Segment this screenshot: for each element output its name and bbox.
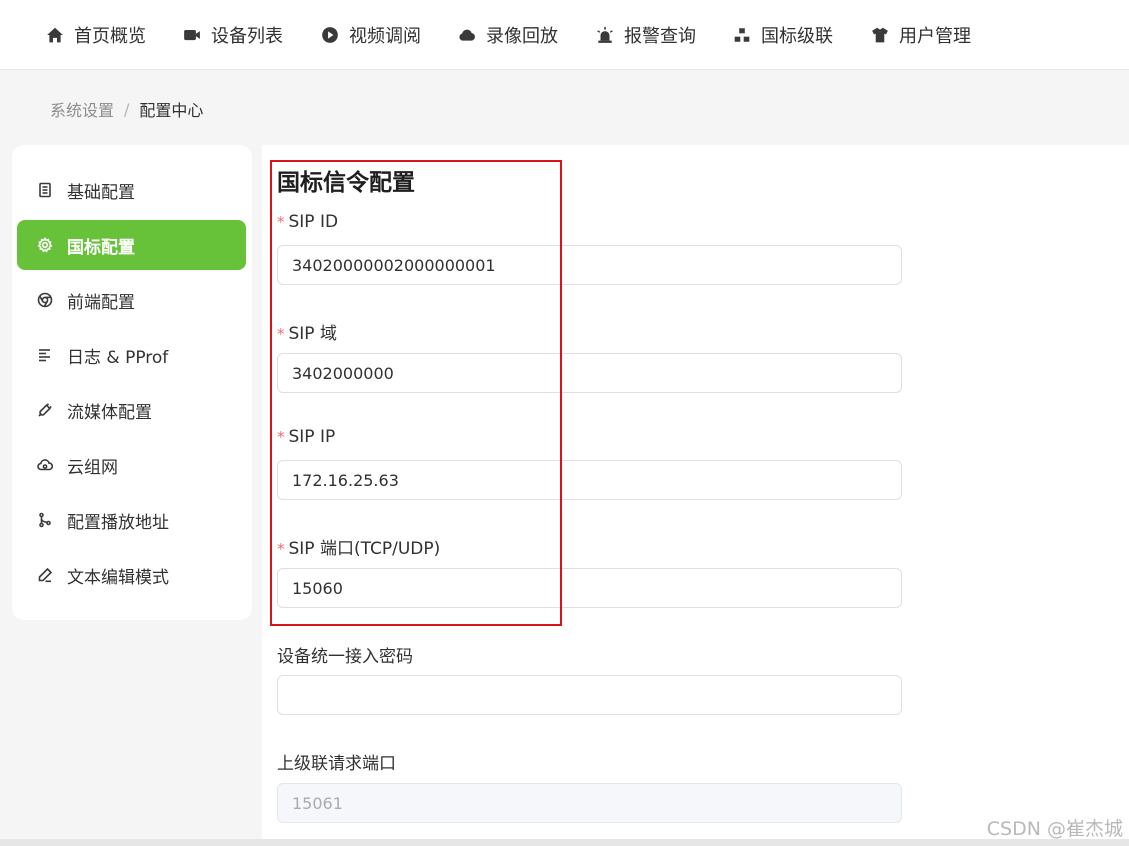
sidebar-item-label: 配置播放地址 <box>67 512 169 533</box>
breadcrumb-current: 配置中心 <box>139 101 204 120</box>
sip-domain-input[interactable] <box>277 353 902 393</box>
field-label-sip-port: * SIP 端口(TCP/UDP) <box>277 534 440 559</box>
sidebar-item-play-address[interactable]: 配置播放地址 <box>17 495 246 545</box>
field-label-sip-domain: * SIP 域 <box>277 319 337 344</box>
sip-id-input[interactable] <box>277 245 902 285</box>
field-label-device-password: 设备统一接入密码 <box>277 642 413 667</box>
nav-item-label: 设备列表 <box>211 26 283 47</box>
sidebar-item-label: 云组网 <box>67 457 118 478</box>
field-label-text: SIP 域 <box>288 324 337 344</box>
required-mark: * <box>277 213 285 231</box>
camera-icon <box>184 29 200 41</box>
sip-ip-input[interactable] <box>277 460 902 500</box>
required-mark: * <box>277 428 285 446</box>
sidebar-item-label: 日志 & PProf <box>67 347 169 368</box>
field-label-sip-id: * SIP ID <box>277 212 338 232</box>
breadcrumb: 系统设置 / 配置中心 <box>50 96 203 122</box>
cascade-port-input <box>277 783 902 823</box>
nav-item-alarm[interactable]: 报警查询 <box>596 0 696 70</box>
sidebar-item-frontend[interactable]: 前端配置 <box>17 275 246 325</box>
field-label-cascade-port: 上级联请求端口 <box>277 749 396 774</box>
nav-item-video[interactable]: 视频调阅 <box>321 0 421 70</box>
nav-item-label: 用户管理 <box>899 26 971 47</box>
nav-item-label: 录像回放 <box>486 26 558 47</box>
field-label-sip-ip: * SIP IP <box>277 427 335 447</box>
top-navigation: 首页概览 设备列表 视频调阅 录像回放 报警查询 国标级联 用户管理 <box>0 0 1129 70</box>
settings-sidebar: 基础配置 国标配置 前端配置 日志 & PProf 流媒体配置 云组网 配置播放… <box>12 145 252 620</box>
sidebar-item-label: 文本编辑模式 <box>67 567 169 588</box>
gear-icon <box>37 237 53 253</box>
nav-item-playback[interactable]: 录像回放 <box>458 0 558 70</box>
field-label-text: SIP ID <box>288 212 339 232</box>
breadcrumb-parent[interactable]: 系统设置 <box>50 97 114 121</box>
section-title: 国标信令配置 <box>277 170 415 196</box>
sidebar-item-label: 前端配置 <box>67 292 135 313</box>
edit-pen-icon <box>38 567 53 583</box>
required-mark: * <box>277 325 285 343</box>
sidebar-item-text-edit[interactable]: 文本编辑模式 <box>17 550 246 600</box>
breadcrumb-separator: / <box>124 99 130 119</box>
chrome-icon <box>37 292 53 308</box>
field-label-text: SIP 端口(TCP/UDP) <box>288 539 441 559</box>
cloud-network-icon <box>37 459 53 471</box>
sidebar-item-media[interactable]: 流媒体配置 <box>17 385 246 435</box>
home-icon <box>47 27 63 43</box>
shirt-icon <box>872 27 888 43</box>
nav-item-cascade[interactable]: 国标级联 <box>733 0 833 70</box>
sidebar-item-basic[interactable]: 基础配置 <box>17 165 246 215</box>
nav-item-home[interactable]: 首页概览 <box>46 0 146 70</box>
field-label-text: 设备统一接入密码 <box>277 647 413 667</box>
alarm-icon <box>597 26 613 43</box>
bottom-scrollbar-track <box>0 839 1129 846</box>
nav-item-label: 首页概览 <box>74 26 146 47</box>
sidebar-item-label: 国标配置 <box>67 237 135 258</box>
nav-item-label: 报警查询 <box>624 26 696 47</box>
play-circle-icon <box>322 27 338 43</box>
nav-item-label: 视频调阅 <box>349 26 421 47</box>
link-icon <box>38 403 52 417</box>
sip-port-input[interactable] <box>277 568 902 608</box>
watermark: CSDN @崔杰城 <box>986 818 1123 840</box>
list-icon <box>39 349 50 362</box>
field-label-text: 上级联请求端口 <box>277 754 396 774</box>
sidebar-item-logs[interactable]: 日志 & PProf <box>17 330 246 380</box>
required-mark: * <box>277 540 285 558</box>
nav-item-label: 国标级联 <box>761 26 833 47</box>
config-panel: 国标信令配置 *SIP ID *SIP 域 *SIP IP *SIP 端口(TC… <box>262 145 1129 846</box>
document-icon <box>39 182 51 198</box>
device-password-input[interactable] <box>277 675 902 715</box>
sidebar-item-label: 基础配置 <box>67 182 135 203</box>
sidebar-item-cloud-network[interactable]: 云组网 <box>17 440 246 490</box>
field-label-text: SIP IP <box>288 427 336 447</box>
sidebar-item-gb[interactable]: 国标配置 <box>17 220 246 270</box>
nav-item-users[interactable]: 用户管理 <box>871 0 971 70</box>
cascade-icon <box>734 28 750 42</box>
nav-item-devices[interactable]: 设备列表 <box>183 0 283 70</box>
cloud-icon <box>459 29 475 41</box>
branch-icon <box>39 512 51 528</box>
sidebar-item-label: 流媒体配置 <box>67 402 152 423</box>
